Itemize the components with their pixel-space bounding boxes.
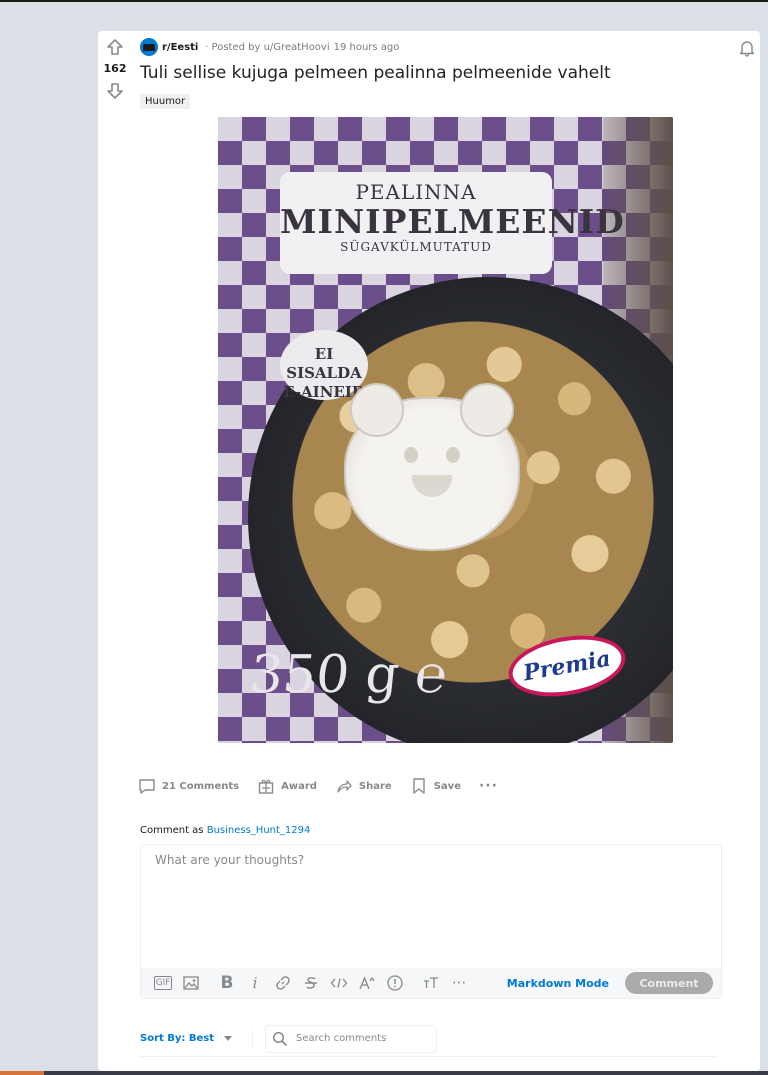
post-image[interactable]: PEALINNA MINIPELMEENID SÜGAVKÜLMUTATUD E…: [218, 117, 673, 743]
product-weight: 350 g ℮: [246, 645, 450, 705]
label-line-1: PEALINNA: [355, 180, 477, 204]
share-label: Share: [358, 780, 392, 792]
more-options-button[interactable]: ···: [479, 778, 498, 794]
product-badge: EI SISALDA E-AINEID: [280, 330, 368, 401]
comment-toolbar: GIF B i ··· Markdown Mode Comment: [141, 968, 721, 998]
badge-line-1: EI SISALDA: [286, 345, 362, 382]
bear-mouth: [412, 475, 452, 497]
code-icon: [330, 978, 348, 988]
strikethrough-button[interactable]: [297, 971, 325, 995]
italic-button[interactable]: i: [241, 971, 269, 995]
taskbar-accent: [0, 1071, 44, 1075]
subreddit-avatar[interactable]: [140, 38, 158, 56]
upvote-button[interactable]: [98, 35, 132, 59]
sort-label: Sort By: Best: [140, 1033, 215, 1044]
save-button[interactable]: Save: [410, 777, 461, 795]
text-size-icon: [424, 977, 438, 988]
comment-search: [265, 1024, 438, 1053]
sort-dropdown[interactable]: Sort By: Best: [140, 1033, 233, 1044]
link-icon: [276, 976, 290, 990]
top-border: [0, 0, 768, 2]
vote-column: 162: [98, 35, 132, 103]
subreddit-link[interactable]: r/Eesti: [162, 42, 198, 53]
toolbar-more-button[interactable]: ···: [445, 971, 473, 995]
spoiler-button[interactable]: [381, 971, 409, 995]
caret-down-icon: [224, 1036, 233, 1041]
share-button[interactable]: Share: [335, 777, 392, 795]
comment-textarea[interactable]: [141, 845, 721, 969]
markdown-mode-button[interactable]: Markdown Mode: [507, 977, 609, 990]
vote-count: 162: [103, 62, 127, 75]
search-comments-input[interactable]: [296, 1033, 427, 1044]
post-flair[interactable]: Huumor: [140, 94, 191, 109]
upvote-icon: [107, 39, 123, 55]
image-upload-button[interactable]: [177, 971, 205, 995]
save-label: Save: [433, 780, 461, 792]
comments-label: 21 Comments: [162, 780, 240, 792]
superscript-icon: [359, 976, 375, 990]
notification-button[interactable]: [738, 39, 756, 61]
share-icon: [337, 780, 352, 793]
bear-eye-right: [446, 447, 460, 463]
comment-as-label: Comment as: [140, 825, 204, 836]
bear-eye-left: [404, 447, 418, 463]
comment-username[interactable]: Business_Hunt_1294: [207, 825, 311, 836]
image-icon: [183, 976, 199, 990]
superscript-button[interactable]: [353, 971, 381, 995]
post-meta: r/Eesti · Posted by u/GreatHoovi 19 hour…: [140, 38, 400, 56]
link-button[interactable]: [269, 971, 297, 995]
bear-shaped-dumpling: [346, 385, 518, 549]
inline-code-button[interactable]: [325, 971, 353, 995]
posted-by[interactable]: Posted by u/GreatHoovi: [212, 42, 330, 53]
sort-divider: [252, 1029, 254, 1048]
post-card: 162 r/Eesti · Posted by u/GreatHoovi 19 …: [98, 31, 760, 1071]
post-actions: 21 Comments Award Share Save ···: [138, 773, 498, 799]
bold-icon: B: [220, 973, 234, 993]
bear-face: [394, 439, 470, 509]
label-line-3: SÜGAVKÜLMUTATUD: [340, 240, 492, 254]
gif-button[interactable]: GIF: [154, 976, 172, 990]
post-title[interactable]: Tuli sellise kujuga pelmeen pealinna pel…: [140, 63, 611, 83]
save-icon: [413, 778, 425, 794]
downvote-icon: [107, 83, 123, 99]
product-label: PEALINNA MINIPELMEENID SÜGAVKÜLMUTATUD: [280, 172, 625, 274]
comment-editor: GIF B i: [140, 844, 722, 999]
submit-comment-button[interactable]: Comment: [625, 972, 713, 994]
downvote-button[interactable]: [98, 79, 132, 103]
bell-icon: [739, 41, 755, 57]
comment-icon: [139, 779, 155, 794]
award-button[interactable]: Award: [257, 777, 317, 795]
comment-sort-bar: Sort By: Best: [140, 1021, 716, 1057]
italic-icon: i: [252, 974, 258, 992]
heading-button[interactable]: [417, 971, 445, 995]
label-line-2: MINIPELMEENID: [280, 202, 625, 241]
award-icon: [258, 779, 274, 794]
strikethrough-icon: [305, 977, 317, 989]
bold-button[interactable]: B: [213, 971, 241, 995]
award-label: Award: [281, 780, 317, 792]
search-icon: [272, 1031, 288, 1046]
taskbar-strip: [0, 1071, 768, 1075]
meta-separator: ·: [205, 41, 209, 53]
post-time[interactable]: 19 hours ago: [334, 42, 400, 53]
comments-button[interactable]: 21 Comments: [138, 777, 239, 795]
spoiler-icon: [387, 975, 403, 991]
comment-as: Comment as Business_Hunt_1294: [140, 825, 310, 836]
